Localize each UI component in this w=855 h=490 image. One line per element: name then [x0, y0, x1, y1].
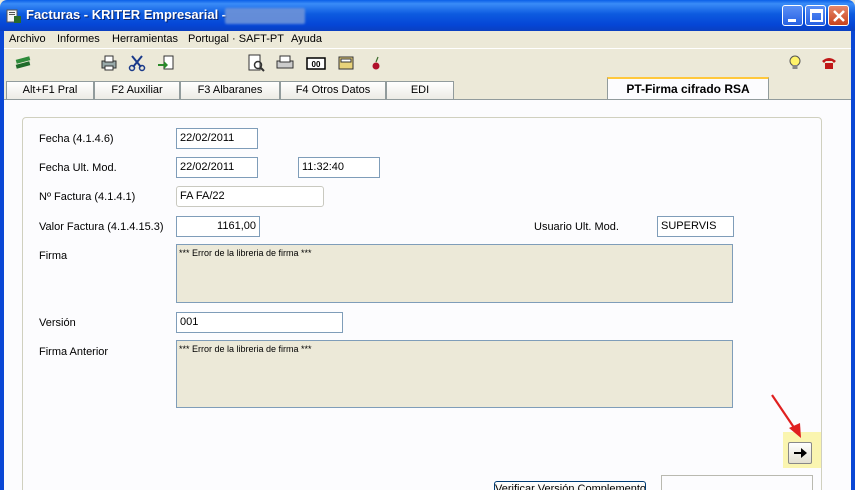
maximize-icon	[810, 9, 823, 22]
minimize-icon	[788, 19, 796, 22]
minimize-button[interactable]	[782, 5, 803, 26]
calculator-icon	[338, 56, 354, 70]
form-panel	[22, 117, 822, 490]
maximize-button[interactable]	[805, 5, 826, 26]
tab-content: Fecha (4.1.4.6) 22/02/2011 Fecha Ult. Mo…	[4, 99, 851, 490]
verificar-version-button[interactable]: Verificar Versión Complemento	[494, 481, 646, 490]
fecha-ult-mod-label: Fecha Ult. Mod.	[39, 162, 117, 174]
version-field[interactable]: 001	[176, 312, 343, 333]
blurred-title-suffix	[225, 8, 305, 24]
menu-archivo[interactable]: Archivo	[9, 33, 46, 45]
print-button[interactable]	[275, 53, 295, 73]
scissors-button[interactable]	[127, 53, 147, 73]
scissors-icon	[128, 55, 146, 72]
printer-icon	[101, 55, 117, 71]
arrow-right-icon	[794, 448, 807, 458]
toolbar: 00	[4, 48, 851, 76]
print-preview-icon	[248, 54, 265, 72]
firma-memo[interactable]: *** Error de la libreria de firma ***	[176, 244, 733, 303]
firma-anterior-memo[interactable]: *** Error de la libreria de firma ***	[176, 340, 733, 408]
n-factura-field[interactable]: FA FA/22	[176, 186, 324, 207]
status-box	[661, 475, 813, 490]
next-arrow-button[interactable]	[788, 442, 812, 464]
tab-edi[interactable]: EDI	[386, 81, 454, 99]
calculator-button[interactable]	[336, 53, 356, 73]
tab-strip: Alt+F1 Pral F2 Auxiliar F3 Albaranes F4 …	[4, 76, 851, 100]
n-factura-label: Nº Factura (4.1.4.1)	[39, 191, 136, 203]
fecha-field[interactable]: 22/02/2011	[176, 128, 258, 149]
tab-auxiliar[interactable]: F2 Auxiliar	[94, 81, 180, 99]
lightbulb-button[interactable]	[785, 53, 805, 73]
close-icon	[833, 10, 845, 22]
fecha-label: Fecha (4.1.4.6)	[39, 133, 114, 145]
phone-icon	[822, 58, 836, 69]
tab-albaranes[interactable]: F3 Albaranes	[180, 81, 280, 99]
firma-label: Firma	[39, 250, 68, 262]
hora-ult-mod-field[interactable]: 11:32:40	[298, 157, 380, 178]
print-icon	[276, 55, 294, 69]
export-button[interactable]	[156, 53, 176, 73]
lightbulb-icon	[789, 55, 801, 69]
window-title: Facturas - KRITER Empresarial -	[26, 7, 227, 22]
phone-button[interactable]	[819, 53, 839, 73]
tab-otros-datos[interactable]: F4 Otros Datos	[280, 81, 386, 99]
tab-pt-firma-rsa[interactable]: PT-Firma cifrado RSA	[607, 77, 769, 100]
export-icon	[158, 55, 174, 70]
usuario-ult-mod-label: Usuario Ult. Mod.	[534, 221, 619, 233]
menu-herramientas[interactable]: Herramientas	[112, 33, 178, 45]
close-button[interactable]	[828, 5, 849, 26]
books-button[interactable]	[13, 53, 33, 73]
title-bar: Facturas - KRITER Empresarial -	[0, 0, 855, 31]
printer-button[interactable]	[99, 53, 119, 73]
app-icon	[6, 9, 21, 23]
valor-factura-field[interactable]: 1161,00	[176, 216, 260, 237]
usuario-ult-mod-field[interactable]: SUPERVIS	[657, 216, 734, 237]
menu-ayuda[interactable]: Ayuda	[291, 33, 322, 45]
annotation-arrow-icon	[771, 394, 801, 438]
menu-portugal-saft[interactable]: Portugal · SAFT-PT	[188, 33, 284, 45]
cherry-icon	[372, 56, 380, 70]
valor-factura-label: Valor Factura (4.1.4.15.3)	[39, 221, 164, 233]
counter-button[interactable]: 00	[306, 53, 326, 73]
counter-label: 00	[312, 60, 321, 69]
version-label: Versión	[39, 317, 76, 329]
cherry-button[interactable]	[366, 53, 386, 73]
tab-principal[interactable]: Alt+F1 Pral	[6, 81, 94, 99]
window-frame-right	[851, 31, 855, 490]
print-preview-button[interactable]	[246, 53, 266, 73]
books-icon	[15, 56, 31, 69]
firma-anterior-label: Firma Anterior	[39, 346, 109, 358]
fecha-ult-mod-field[interactable]: 22/02/2011	[176, 157, 258, 178]
menu-bar: Archivo Informes Herramientas Portugal ·…	[4, 31, 851, 48]
menu-informes[interactable]: Informes	[57, 33, 100, 45]
counter-icon: 00	[306, 57, 326, 70]
